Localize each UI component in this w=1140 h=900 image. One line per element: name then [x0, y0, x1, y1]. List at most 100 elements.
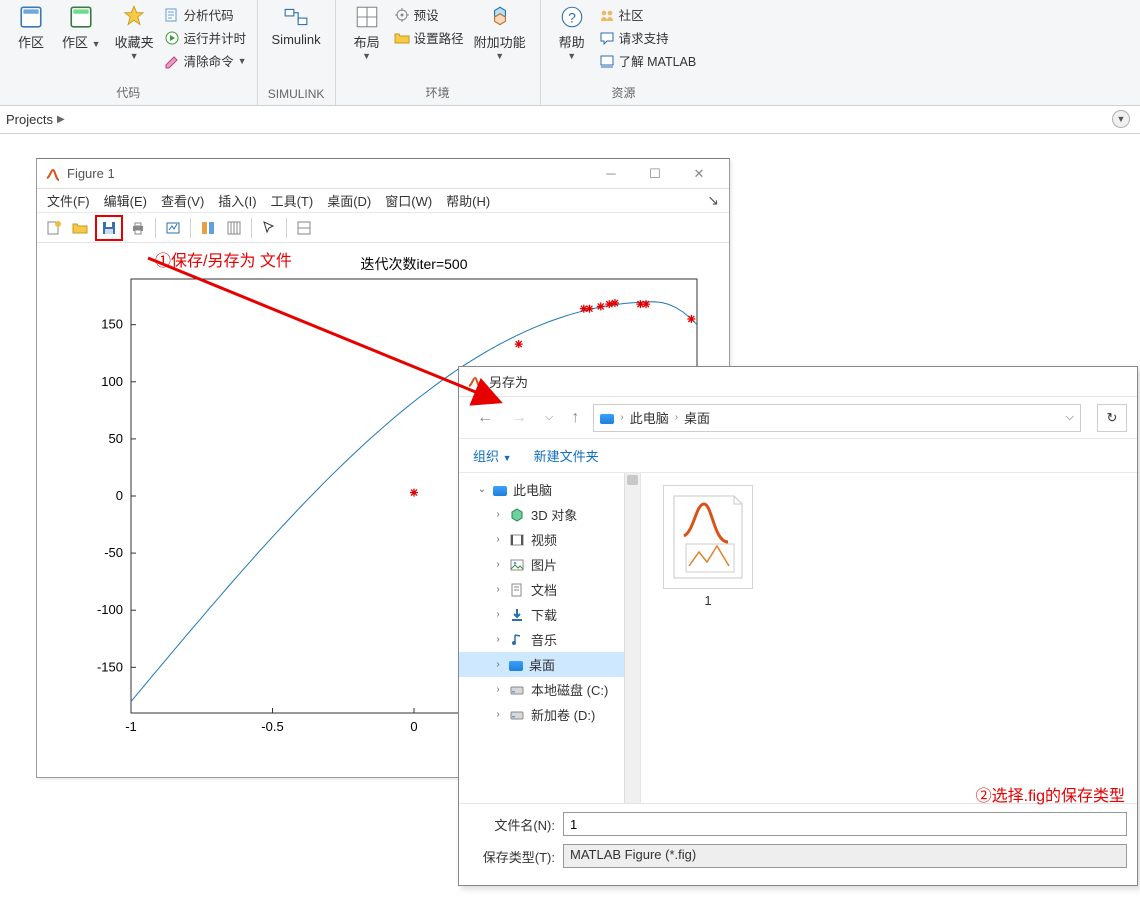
community-button[interactable]: 社区 [597, 4, 699, 25]
workspace-button-1[interactable]: 作区 [8, 2, 54, 53]
path-dropdown-icon[interactable]: ⌵ [1066, 411, 1074, 424]
breadcrumb[interactable]: Projects ▶ ▼ [0, 106, 1140, 134]
save-dialog-titlebar[interactable]: 另存为 [459, 367, 1137, 397]
preset-button[interactable]: 预设 [392, 4, 466, 25]
help-button[interactable]: ? 帮助 ▼ [549, 2, 595, 63]
nav-recent-button[interactable]: ⌵ [541, 411, 557, 424]
save-as-dialog: 另存为 ← → ⌵ ↑ › 此电脑 › 桌面 ⌵ ↻ 组织 ▼ 新建文件夹 ⌄此… [458, 366, 1138, 886]
music-icon [509, 632, 525, 648]
filename-label: 文件名(N): [469, 815, 555, 834]
close-button[interactable]: ✕ [677, 160, 721, 188]
svg-text:?: ? [568, 9, 576, 25]
insert-colorbar-icon[interactable] [223, 217, 245, 239]
file-item[interactable]: 1 [653, 485, 763, 608]
tree-item[interactable]: ›下载 [459, 602, 640, 627]
svg-text:-0.5: -0.5 [261, 719, 283, 734]
request-support-button[interactable]: 请求支持 [597, 27, 699, 48]
group-label-env: 环境 [426, 82, 450, 105]
picture-icon [509, 557, 525, 573]
pc-icon [600, 414, 614, 424]
nav-forward-button[interactable]: → [507, 409, 531, 427]
link-data-icon[interactable] [197, 217, 219, 239]
path-breadcrumb[interactable]: › 此电脑 › 桌面 ⌵ [593, 404, 1081, 432]
menu-edit[interactable]: 编辑(E) [104, 191, 147, 210]
open-icon[interactable] [69, 217, 91, 239]
organize-button[interactable]: 组织 ▼ [473, 446, 512, 465]
minimize-button[interactable]: ─ [589, 160, 633, 188]
tree-item[interactable]: ›图片 [459, 552, 640, 577]
file-label: 1 [704, 593, 711, 608]
figure-menubar: 文件(F) 编辑(E) 查看(V) 插入(I) 工具(T) 桌面(D) 窗口(W… [37, 189, 729, 213]
favorites-button[interactable]: 收藏夹 ▼ [109, 2, 160, 63]
menu-help[interactable]: 帮助(H) [446, 191, 490, 210]
workspace-button-2[interactable]: 作区 ▼ [56, 2, 107, 53]
menu-overflow-icon[interactable]: ↘ [707, 192, 719, 209]
path-folder[interactable]: 桌面 [684, 408, 710, 427]
menu-window[interactable]: 窗口(W) [385, 191, 432, 210]
save-dialog-title: 另存为 [489, 372, 528, 391]
filename-input[interactable] [563, 812, 1127, 836]
svg-text:0: 0 [116, 488, 123, 503]
group-label-resources: 资源 [611, 82, 635, 105]
ribbon-group-env: 布局 ▼ 预设 设置路径 附加功能 ▼ 环境 [336, 0, 541, 105]
tree-item[interactable]: ›本地磁盘 (C:) [459, 677, 640, 702]
menu-file[interactable]: 文件(F) [47, 191, 90, 210]
refresh-button[interactable]: ↻ [1097, 404, 1127, 432]
menu-desktop[interactable]: 桌面(D) [327, 191, 371, 210]
print-icon[interactable] [127, 217, 149, 239]
svg-text:-150: -150 [97, 659, 123, 674]
svg-text:50: 50 [109, 431, 123, 446]
layout-button[interactable]: 布局 ▼ [344, 2, 390, 63]
annotation-2: ②选择.fig的保存类型 [976, 782, 1125, 806]
save-icon[interactable] [95, 215, 123, 241]
file-pane[interactable]: 1 [641, 473, 1137, 803]
tree-root[interactable]: ⌄此电脑 [459, 477, 640, 502]
matlab-logo-icon [45, 166, 61, 182]
menu-view[interactable]: 查看(V) [161, 191, 204, 210]
tree-item[interactable]: ›新加卷 (D:) [459, 702, 640, 727]
maximize-button[interactable]: ☐ [633, 160, 677, 188]
tree-item[interactable]: ›3D 对象 [459, 502, 640, 527]
fig-file-icon [663, 485, 753, 589]
tree-item[interactable]: ›文档 [459, 577, 640, 602]
nav-up-button[interactable]: ↑ [567, 409, 583, 427]
set-path-button[interactable]: 设置路径 [392, 27, 466, 48]
figure-toolbar [37, 213, 729, 243]
path-root[interactable]: 此电脑 [630, 408, 669, 427]
tree-item[interactable]: ›音乐 [459, 627, 640, 652]
tree-scrollbar[interactable] [624, 473, 640, 803]
ribbon: 作区 作区 ▼ 收藏夹 ▼ 分析代码 运行并计时 清除命令 ▼ 代码 Simul… [0, 0, 1140, 106]
ribbon-group-simulink: Simulink SIMULINK [258, 0, 336, 105]
menu-tools[interactable]: 工具(T) [271, 191, 314, 210]
plot-catalog-icon[interactable] [293, 217, 315, 239]
run-and-time-button[interactable]: 运行并计时 [162, 27, 249, 48]
tree-item-selected[interactable]: ›桌面 [459, 652, 640, 677]
pc-icon [493, 486, 507, 496]
svg-text:-50: -50 [104, 545, 123, 560]
tree-item[interactable]: ›视频 [459, 527, 640, 552]
ribbon-group-resources: ? 帮助 ▼ 社区 请求支持 了解 MATLAB 资源 [541, 0, 707, 105]
analyze-code-button[interactable]: 分析代码 [162, 4, 249, 25]
addon-button[interactable]: 附加功能 ▼ [468, 2, 532, 63]
menu-insert[interactable]: 插入(I) [218, 191, 256, 210]
desktop-icon [509, 661, 523, 671]
figure-titlebar[interactable]: Figure 1 ─ ☐ ✕ [37, 159, 729, 189]
clear-commands-button[interactable]: 清除命令 ▼ [162, 50, 249, 71]
cube-icon [509, 507, 525, 523]
folder-tree[interactable]: ⌄此电脑 ›3D 对象 ›视频 ›图片 ›文档 ›下载 ›音乐 ›桌面 ›本地磁… [459, 473, 641, 803]
nav-back-button[interactable]: ← [473, 409, 497, 427]
filetype-label: 保存类型(T): [469, 847, 555, 866]
svg-text:100: 100 [101, 374, 123, 389]
brush-icon[interactable] [162, 217, 184, 239]
new-folder-button[interactable]: 新建文件夹 [534, 446, 599, 465]
learn-matlab-button[interactable]: 了解 MATLAB [597, 50, 699, 71]
new-figure-icon[interactable] [43, 217, 65, 239]
group-label-code: 代码 [116, 82, 140, 105]
filetype-select[interactable]: MATLAB Figure (*.fig) [563, 844, 1127, 868]
simulink-button[interactable]: Simulink [266, 2, 327, 49]
pointer-icon[interactable] [258, 217, 280, 239]
breadcrumb-item[interactable]: Projects [6, 112, 53, 127]
svg-text:-1: -1 [125, 719, 137, 734]
disk-icon [509, 682, 525, 698]
collapse-button[interactable]: ▼ [1112, 110, 1130, 128]
